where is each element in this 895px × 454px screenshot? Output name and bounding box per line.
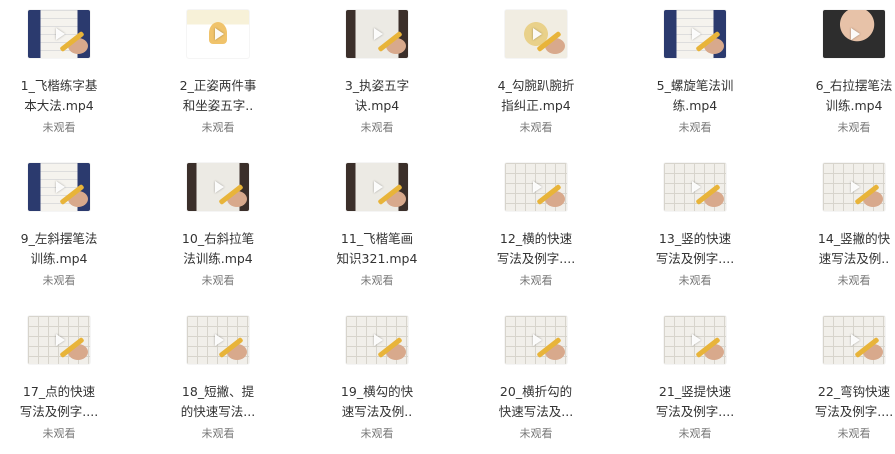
video-title[interactable]: 1_飞楷练字基 本大法.mp4 xyxy=(0,76,124,116)
video-tile[interactable]: 21_竖提快速 写法及例字.... 未观看 xyxy=(630,306,760,446)
video-tile[interactable]: 1_飞楷练字基 本大法.mp4 未观看 xyxy=(0,0,124,140)
watch-status: 未观看 xyxy=(837,274,871,287)
video-grid: 1_飞楷练字基 本大法.mp4 未观看 2_正姿两件事 和坐姿五字.. 未观看 3_执姿… xyxy=(0,0,895,454)
video-thumbnail[interactable] xyxy=(505,10,567,58)
video-tile[interactable]: 3_执姿五字 诀.mp4 未观看 xyxy=(312,0,442,140)
play-icon[interactable] xyxy=(56,334,65,346)
video-title[interactable]: 4_勾腕趴腕折 指纠正.mp4 xyxy=(471,76,601,116)
play-icon[interactable] xyxy=(374,181,383,193)
video-thumbnail[interactable] xyxy=(346,10,408,58)
video-title[interactable]: 17_点的快速 写法及例字.... xyxy=(0,382,124,422)
video-tile[interactable]: 20_横折勾的 快速写法及... 未观看 xyxy=(471,306,601,446)
watch-status: 未观看 xyxy=(519,274,553,287)
watch-status: 未观看 xyxy=(360,427,394,440)
video-title[interactable]: 11_飞楷笔画 知识321.mp4 xyxy=(312,229,442,269)
play-icon[interactable] xyxy=(215,334,224,346)
video-tile[interactable]: 4_勾腕趴腕折 指纠正.mp4 未观看 xyxy=(471,0,601,140)
watch-status: 未观看 xyxy=(837,427,871,440)
video-thumbnail[interactable] xyxy=(346,316,408,364)
video-thumbnail[interactable] xyxy=(28,10,90,58)
video-thumbnail[interactable] xyxy=(505,316,567,364)
video-title[interactable]: 2_正姿两件事 和坐姿五字.. xyxy=(153,76,283,116)
video-thumbnail[interactable] xyxy=(664,10,726,58)
video-title[interactable]: 10_右斜拉笔 法训练.mp4 xyxy=(153,229,283,269)
video-thumbnail[interactable] xyxy=(664,163,726,211)
video-tile[interactable]: 5_螺旋笔法训 练.mp4 未观看 xyxy=(630,0,760,140)
video-tile[interactable]: 19_横勾的快 速写法及例.. 未观看 xyxy=(312,306,442,446)
video-tile[interactable]: 11_飞楷笔画 知识321.mp4 未观看 xyxy=(312,153,442,293)
video-title[interactable]: 13_竖的快速 写法及例字.... xyxy=(630,229,760,269)
video-title[interactable]: 6_右拉摆笔法 训练.mp4 xyxy=(789,76,895,116)
video-title[interactable]: 18_短撇、提 的快速写法... xyxy=(153,382,283,422)
play-icon[interactable] xyxy=(215,28,224,40)
watch-status: 未观看 xyxy=(42,274,76,287)
video-thumbnail[interactable] xyxy=(823,10,885,58)
play-icon[interactable] xyxy=(374,334,383,346)
video-title[interactable]: 20_横折勾的 快速写法及... xyxy=(471,382,601,422)
video-tile[interactable]: 2_正姿两件事 和坐姿五字.. 未观看 xyxy=(153,0,283,140)
watch-status: 未观看 xyxy=(519,121,553,134)
video-thumbnail[interactable] xyxy=(187,316,249,364)
play-icon[interactable] xyxy=(851,181,860,193)
play-icon[interactable] xyxy=(851,334,860,346)
play-icon[interactable] xyxy=(56,28,65,40)
play-icon[interactable] xyxy=(374,28,383,40)
watch-status: 未观看 xyxy=(42,427,76,440)
play-icon[interactable] xyxy=(533,181,542,193)
watch-status: 未观看 xyxy=(678,121,712,134)
video-thumbnail[interactable] xyxy=(28,316,90,364)
watch-status: 未观看 xyxy=(201,427,235,440)
watch-status: 未观看 xyxy=(678,274,712,287)
play-icon[interactable] xyxy=(692,28,701,40)
video-thumbnail[interactable] xyxy=(28,163,90,211)
video-tile[interactable]: 9_左斜摆笔法 训练.mp4 未观看 xyxy=(0,153,124,293)
watch-status: 未观看 xyxy=(201,274,235,287)
watch-status: 未观看 xyxy=(360,121,394,134)
play-icon[interactable] xyxy=(533,334,542,346)
watch-status: 未观看 xyxy=(42,121,76,134)
video-thumbnail[interactable] xyxy=(346,163,408,211)
play-icon[interactable] xyxy=(215,181,224,193)
video-tile[interactable]: 13_竖的快速 写法及例字.... 未观看 xyxy=(630,153,760,293)
video-thumbnail[interactable] xyxy=(823,316,885,364)
play-icon[interactable] xyxy=(692,334,701,346)
video-tile[interactable]: 17_点的快速 写法及例字.... 未观看 xyxy=(0,306,124,446)
watch-status: 未观看 xyxy=(837,121,871,134)
video-tile[interactable]: 12_横的快速 写法及例字.... 未观看 xyxy=(471,153,601,293)
watch-status: 未观看 xyxy=(519,427,553,440)
video-thumbnail[interactable] xyxy=(823,163,885,211)
play-icon[interactable] xyxy=(851,28,860,40)
play-icon[interactable] xyxy=(56,181,65,193)
watch-status: 未观看 xyxy=(201,121,235,134)
play-icon[interactable] xyxy=(692,181,701,193)
video-tile[interactable]: 6_右拉摆笔法 训练.mp4 未观看 xyxy=(789,0,895,140)
video-title[interactable]: 9_左斜摆笔法 训练.mp4 xyxy=(0,229,124,269)
video-tile[interactable]: 18_短撇、提 的快速写法... 未观看 xyxy=(153,306,283,446)
video-thumbnail[interactable] xyxy=(187,10,249,58)
video-title[interactable]: 22_弯钩快速 写法及例字.... xyxy=(789,382,895,422)
video-title[interactable]: 5_螺旋笔法训 练.mp4 xyxy=(630,76,760,116)
watch-status: 未观看 xyxy=(678,427,712,440)
video-title[interactable]: 21_竖提快速 写法及例字.... xyxy=(630,382,760,422)
video-title[interactable]: 19_横勾的快 速写法及例.. xyxy=(312,382,442,422)
video-thumbnail[interactable] xyxy=(187,163,249,211)
video-tile[interactable]: 10_右斜拉笔 法训练.mp4 未观看 xyxy=(153,153,283,293)
video-thumbnail[interactable] xyxy=(505,163,567,211)
video-thumbnail[interactable] xyxy=(664,316,726,364)
video-title[interactable]: 14_竖撇的快 速写法及例.. xyxy=(789,229,895,269)
video-tile[interactable]: 14_竖撇的快 速写法及例.. 未观看 xyxy=(789,153,895,293)
watch-status: 未观看 xyxy=(360,274,394,287)
video-tile[interactable]: 22_弯钩快速 写法及例字.... 未观看 xyxy=(789,306,895,446)
video-title[interactable]: 12_横的快速 写法及例字.... xyxy=(471,229,601,269)
video-title[interactable]: 3_执姿五字 诀.mp4 xyxy=(312,76,442,116)
play-icon[interactable] xyxy=(533,28,542,40)
